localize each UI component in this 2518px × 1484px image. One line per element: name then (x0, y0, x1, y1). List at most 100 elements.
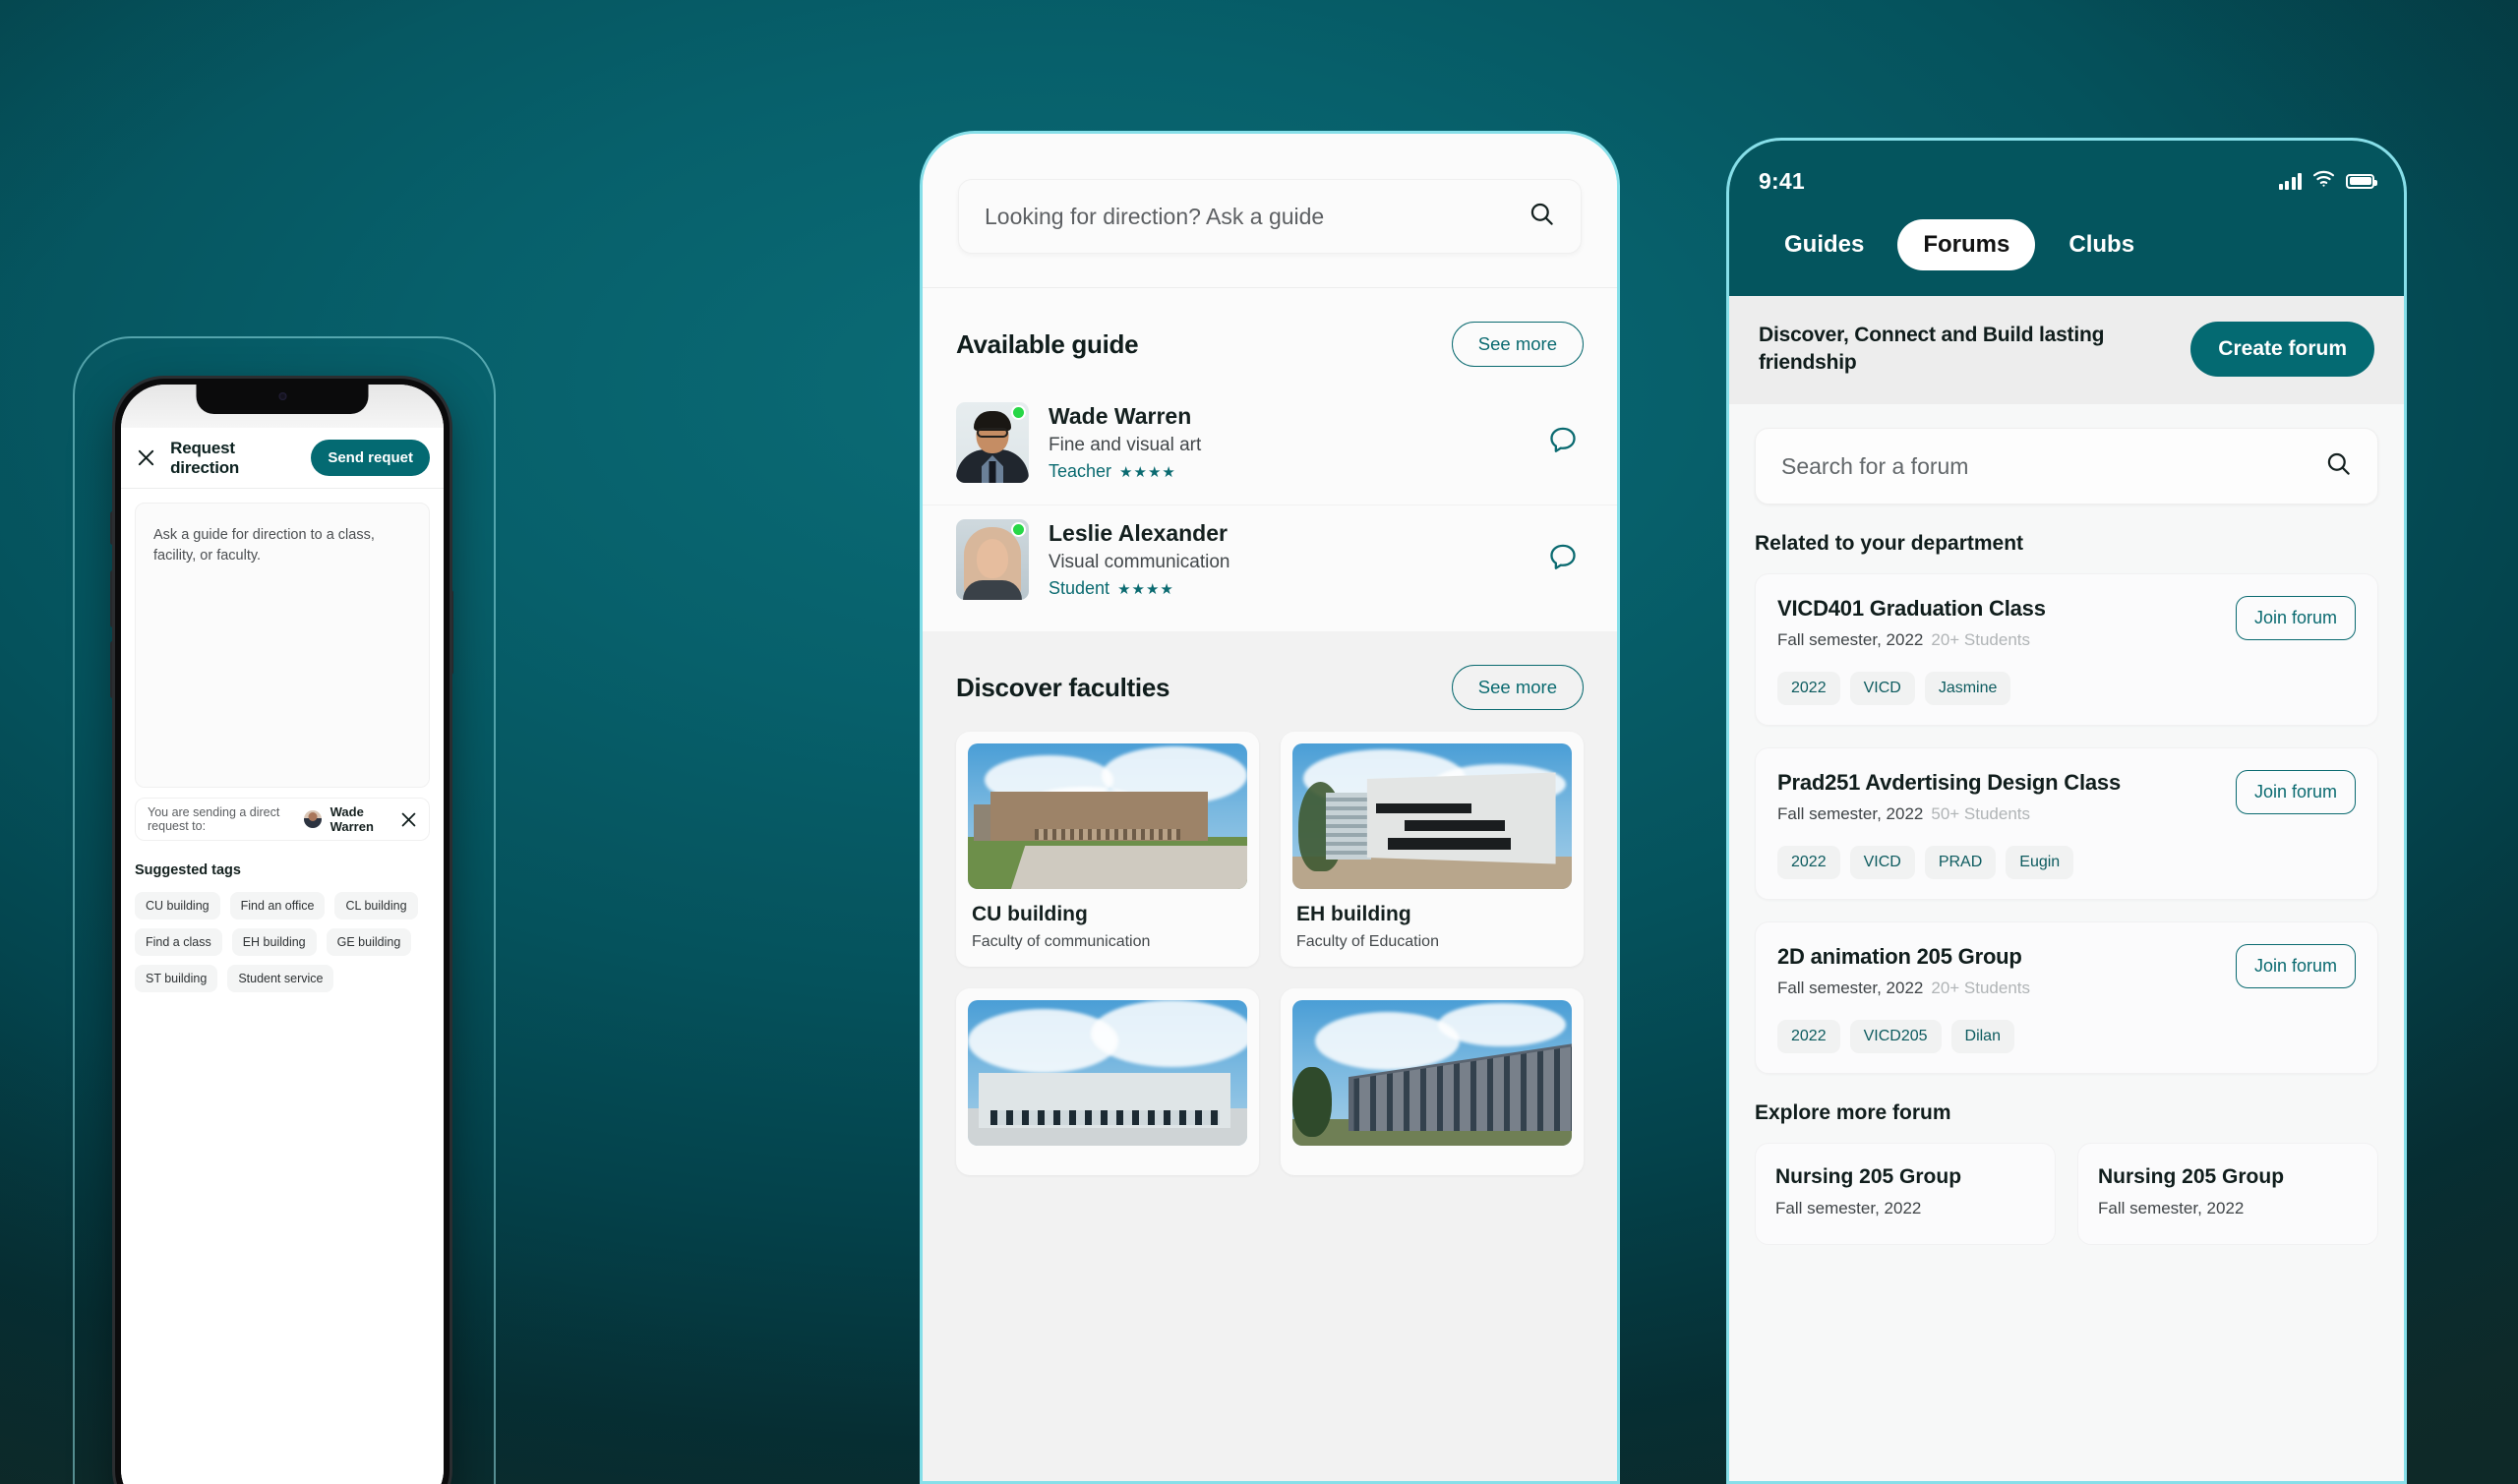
forum-search-input[interactable]: Search for a forum (1755, 428, 2378, 505)
join-forum-button[interactable]: Join forum (2235, 944, 2356, 988)
explore-card[interactable]: Nursing 205 Group Fall semester, 2022 (1755, 1143, 2056, 1245)
forum-tags: 2022 VICD205 Dilan (1777, 1020, 2356, 1053)
forum-card[interactable]: Prad251 Avdertising Design Class Fall se… (1755, 747, 2378, 900)
guide-field: Visual communication (1049, 552, 1230, 572)
list-item[interactable]: Leslie Alexander Visual communication St… (923, 505, 1617, 622)
page-title: Request direction (170, 438, 240, 477)
status-time: 9:41 (1759, 167, 1805, 194)
explore-more-title: Explore more forum (1755, 1101, 1951, 1124)
discover-faculties-header: Discover faculties See more (923, 649, 1617, 732)
tag-chip[interactable]: CL building (334, 892, 418, 920)
search-icon[interactable] (1529, 201, 1555, 232)
tag-chip[interactable]: ST building (135, 965, 218, 992)
forum-card-top: Prad251 Avdertising Design Class Fall se… (1777, 770, 2356, 824)
avatar (956, 402, 1029, 483)
chat-bubble-icon[interactable] (1546, 424, 1584, 462)
tag-chip[interactable]: 2022 (1777, 672, 1840, 705)
explore-card[interactable]: Nursing 205 Group Fall semester, 2022 (2077, 1143, 2378, 1245)
join-forum-button[interactable]: Join forum (2235, 596, 2356, 640)
forum-card-text: Prad251 Avdertising Design Class Fall se… (1777, 770, 2121, 824)
faculty-card[interactable]: CU building Faculty of communication (956, 732, 1259, 967)
faculty-card[interactable] (1281, 988, 1584, 1175)
guide-search-input[interactable]: Looking for direction? Ask a guide (958, 179, 1582, 254)
faculty-subtitle: Faculty of communication (972, 933, 1151, 950)
faculty-card[interactable]: EH building Faculty of Education (1281, 732, 1584, 967)
forum-card[interactable]: VICD401 Graduation Class Fall semester, … (1755, 573, 2378, 726)
tag-chip[interactable]: Eugin (2006, 846, 2074, 879)
related-department-title: Related to your department (1755, 532, 2024, 555)
tag-chip[interactable]: Find a class (135, 928, 222, 956)
forum-semester: Fall semester, 2022 (1777, 804, 1924, 823)
guide-role-row: Student ★★★★ (1049, 578, 1527, 599)
faculties-grid: CU building Faculty of communication EH … (923, 732, 1617, 1199)
discover-faculties-section: Discover faculties See more CU building … (923, 631, 1617, 1199)
chat-bubble-icon[interactable] (1546, 541, 1584, 579)
explore-meta: Fall semester, 2022 (1775, 1199, 1922, 1217)
promo-headline: Discover, Connect and Build lasting frie… (1759, 324, 2105, 374)
tab-clubs[interactable]: Clubs (2043, 219, 2160, 270)
search-icon[interactable] (2325, 450, 2352, 482)
forum-title: Prad251 Avdertising Design Class (1777, 770, 2121, 795)
request-direction-body: Ask a guide for direction to a class, fa… (121, 489, 444, 1484)
forums-body: Search for a forum Related to your depar… (1729, 404, 2404, 1245)
tag-chip[interactable]: VICD205 (1849, 1020, 1942, 1053)
guide-name: Leslie Alexander (1049, 520, 1228, 546)
faculty-card[interactable] (956, 988, 1259, 1175)
create-forum-button[interactable]: Create forum (2190, 322, 2374, 377)
guide-role-row: Teacher ★★★★ (1049, 461, 1527, 482)
see-more-faculties-button[interactable]: See more (1451, 665, 1584, 710)
forum-student-count: 50+ Students (1931, 804, 2031, 823)
tab-forums[interactable]: Forums (1897, 219, 2036, 270)
section-title: Discover faculties (956, 672, 1170, 702)
front-camera-icon (278, 392, 286, 400)
building-photo (1292, 743, 1572, 889)
forums-top-bar: 9:41 Guides Forums Clubs (1729, 141, 2404, 296)
forum-search-placeholder: Search for a forum (1781, 452, 1969, 479)
tag-chip[interactable]: Find an office (229, 892, 326, 920)
request-message-input[interactable]: Ask a guide for direction to a class, fa… (135, 503, 430, 788)
send-request-button[interactable]: Send requet (311, 440, 430, 476)
tag-chip[interactable]: 2022 (1777, 846, 1840, 879)
battery-full-icon (2346, 173, 2377, 189)
tag-chip[interactable]: PRAD (1924, 846, 1997, 879)
available-guide-header: Available guide See more (923, 288, 1617, 388)
close-icon[interactable] (400, 811, 417, 828)
phone-screen-forums: 9:41 Guides Forums Clubs Discover, Conne… (1726, 138, 2407, 1484)
phone-notch (196, 385, 369, 414)
forum-card-text: 2D animation 205 Group Fall semester, 20… (1777, 944, 2030, 998)
tag-chip[interactable]: GE building (326, 928, 412, 956)
status-bar: 9:41 (1759, 164, 2377, 198)
phone-screen-left: Request direction Send requet Ask a guid… (121, 385, 444, 1484)
forum-meta: Fall semester, 2022 20+ Students (1777, 979, 2030, 998)
guides-search-section: Looking for direction? Ask a guide (923, 134, 1617, 288)
status-indicators (2278, 170, 2377, 192)
avatar (303, 810, 322, 828)
suggested-tags-title: Suggested tags (135, 862, 241, 878)
guide-rating-stars: ★★★★ (1117, 580, 1174, 598)
forum-semester: Fall semester, 2022 (1777, 979, 1924, 997)
tag-chip[interactable]: EH building (231, 928, 317, 956)
tab-guides[interactable]: Guides (1759, 219, 1889, 270)
explore-title: Nursing 205 Group (1775, 1165, 1962, 1188)
tag-chip[interactable]: Jasmine (1924, 672, 2011, 705)
guide-rating-stars: ★★★★ (1119, 463, 1176, 481)
tag-chip[interactable]: Student service (227, 965, 334, 992)
faculty-name: CU building (972, 903, 1088, 925)
building-photo (968, 743, 1247, 889)
online-status-dot (1011, 405, 1026, 420)
forum-card-top: 2D animation 205 Group Fall semester, 20… (1777, 944, 2356, 998)
tag-chip[interactable]: 2022 (1777, 1020, 1840, 1053)
list-item[interactable]: Wade Warren Fine and visual art Teacher … (923, 388, 1617, 505)
see-more-guides-button[interactable]: See more (1451, 322, 1584, 367)
forum-card[interactable]: 2D animation 205 Group Fall semester, 20… (1755, 921, 2378, 1074)
tag-chip[interactable]: VICD (1849, 846, 1915, 879)
close-icon[interactable] (135, 446, 156, 470)
join-forum-button[interactable]: Join forum (2235, 770, 2356, 814)
forum-tags: 2022 VICD PRAD Eugin (1777, 846, 2356, 879)
forums-tab-bar: Guides Forums Clubs (1759, 219, 2374, 270)
recipient-label: You are sending a direct request to: (148, 805, 280, 833)
tag-chip[interactable]: VICD (1849, 672, 1915, 705)
tag-chip[interactable]: CU building (135, 892, 220, 920)
tag-chip[interactable]: Dilan (1950, 1020, 2014, 1053)
explore-grid: Nursing 205 Group Fall semester, 2022 Nu… (1755, 1143, 2378, 1245)
